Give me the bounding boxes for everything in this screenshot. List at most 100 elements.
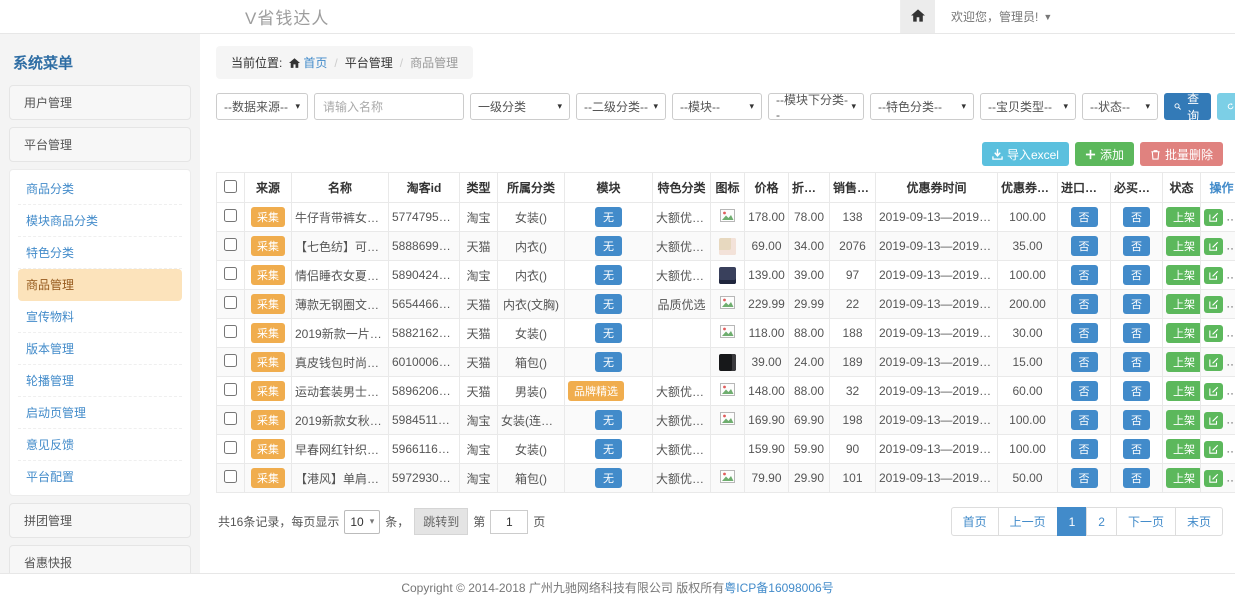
import-select-toggle[interactable]: 否 (1071, 265, 1098, 285)
page-button[interactable]: 上一页 (998, 507, 1058, 536)
status-button[interactable]: 上架 (1166, 410, 1201, 430)
module-badge[interactable]: 无 (595, 410, 622, 430)
must-buy-toggle[interactable]: 否 (1123, 265, 1150, 285)
sidebar-item-platform[interactable]: 平台管理 (9, 127, 191, 162)
filter-select[interactable]: --特色分类--▾ (870, 93, 974, 120)
row-checkbox[interactable] (224, 267, 237, 280)
edit-button[interactable] (1204, 238, 1223, 255)
row-checkbox[interactable] (224, 354, 237, 367)
module-badge[interactable]: 无 (595, 439, 622, 459)
module-badge[interactable]: 无 (595, 207, 622, 227)
status-button[interactable]: 上架 (1166, 294, 1201, 314)
status-button[interactable]: 上架 (1166, 207, 1201, 227)
edit-button[interactable] (1204, 267, 1223, 284)
must-buy-toggle[interactable]: 否 (1123, 381, 1150, 401)
import-select-toggle[interactable]: 否 (1071, 323, 1098, 343)
module-badge[interactable]: 无 (595, 236, 622, 256)
row-checkbox[interactable] (224, 238, 237, 251)
status-button[interactable]: 上架 (1166, 236, 1201, 256)
must-buy-toggle[interactable]: 否 (1123, 468, 1150, 488)
must-buy-toggle[interactable]: 否 (1123, 294, 1150, 314)
module-badge[interactable]: 品牌精选 (568, 381, 624, 401)
page-size-select[interactable]: 10 ▾ (344, 510, 380, 534)
edit-button[interactable] (1204, 325, 1223, 342)
row-checkbox[interactable] (224, 325, 237, 338)
add-button[interactable]: 添加 (1075, 142, 1134, 166)
row-checkbox[interactable] (224, 383, 237, 396)
import-select-toggle[interactable]: 否 (1071, 410, 1098, 430)
import-select-toggle[interactable]: 否 (1071, 381, 1098, 401)
submenu-item[interactable]: 意见反馈 (18, 429, 182, 461)
page-button[interactable]: 末页 (1175, 507, 1223, 536)
filter-select[interactable]: --状态--▾ (1082, 93, 1158, 120)
icp-link[interactable]: 粤ICP备16098006号 (724, 579, 833, 596)
status-button[interactable]: 上架 (1166, 352, 1201, 372)
edit-button[interactable] (1204, 412, 1223, 429)
row-checkbox[interactable] (224, 412, 237, 425)
submenu-item[interactable]: 商品分类 (18, 173, 182, 205)
filter-select[interactable]: --模块下分类--▾ (768, 93, 864, 120)
filter-select[interactable]: --数据来源--▾ (216, 93, 308, 120)
must-buy-toggle[interactable]: 否 (1123, 323, 1150, 343)
page-number-input[interactable] (490, 510, 528, 534)
edit-button[interactable] (1204, 470, 1223, 487)
row-checkbox[interactable] (224, 296, 237, 309)
select-all-checkbox[interactable] (224, 180, 237, 193)
edit-button[interactable] (1204, 441, 1223, 458)
module-badge[interactable]: 无 (595, 265, 622, 285)
submenu-item[interactable]: 轮播管理 (18, 365, 182, 397)
import-select-toggle[interactable]: 否 (1071, 352, 1098, 372)
import-select-toggle[interactable]: 否 (1071, 439, 1098, 459)
submenu-item[interactable]: 平台配置 (18, 461, 182, 492)
jump-button[interactable]: 跳转到 (414, 508, 468, 535)
must-buy-toggle[interactable]: 否 (1123, 207, 1150, 227)
submenu-item[interactable]: 版本管理 (18, 333, 182, 365)
submenu-item[interactable]: 商品管理 (18, 269, 182, 301)
filter-select[interactable]: --模块--▾ (672, 93, 762, 120)
page-button[interactable]: 2 (1086, 507, 1117, 536)
status-button[interactable]: 上架 (1166, 265, 1201, 285)
import-select-toggle[interactable]: 否 (1071, 294, 1098, 314)
sidebar-item[interactable]: 拼团管理 (9, 503, 191, 538)
filter-select[interactable]: 一级分类▾ (470, 93, 570, 120)
filter-select[interactable]: --宝贝类型--▾ (980, 93, 1076, 120)
edit-button[interactable] (1204, 296, 1223, 313)
batch-delete-button[interactable]: 批量删除 (1140, 142, 1223, 166)
edit-button[interactable] (1204, 209, 1223, 226)
breadcrumb-home-link[interactable]: 首页 (289, 54, 327, 71)
edit-button[interactable] (1204, 354, 1223, 371)
submenu-item[interactable]: 启动页管理 (18, 397, 182, 429)
status-button[interactable]: 上架 (1166, 323, 1201, 343)
status-button[interactable]: 上架 (1166, 381, 1201, 401)
page-button[interactable]: 下一页 (1116, 507, 1176, 536)
import-select-toggle[interactable]: 否 (1071, 468, 1098, 488)
must-buy-toggle[interactable]: 否 (1123, 439, 1150, 459)
breadcrumb-item-platform[interactable]: 平台管理 (345, 54, 393, 71)
reset-button[interactable]: 重置 (1217, 93, 1235, 120)
name-search-input[interactable] (314, 93, 464, 120)
status-button[interactable]: 上架 (1166, 468, 1201, 488)
page-button[interactable]: 首页 (951, 507, 999, 536)
filter-select[interactable]: --二级分类--▾ (576, 93, 666, 120)
must-buy-toggle[interactable]: 否 (1123, 236, 1150, 256)
row-checkbox[interactable] (224, 441, 237, 454)
import-select-toggle[interactable]: 否 (1071, 236, 1098, 256)
row-checkbox[interactable] (224, 470, 237, 483)
module-badge[interactable]: 无 (595, 323, 622, 343)
user-menu[interactable]: 欢迎您，管理员! ▼ (935, 0, 1235, 33)
row-checkbox[interactable] (224, 209, 237, 222)
page-button[interactable]: 1 (1057, 507, 1088, 536)
query-button[interactable]: 查询 (1164, 93, 1211, 120)
submenu-item[interactable]: 宣传物料 (18, 301, 182, 333)
module-badge[interactable]: 无 (595, 352, 622, 372)
must-buy-toggle[interactable]: 否 (1123, 352, 1150, 372)
module-badge[interactable]: 无 (595, 468, 622, 488)
submenu-item[interactable]: 模块商品分类 (18, 205, 182, 237)
status-button[interactable]: 上架 (1166, 439, 1201, 459)
submenu-item[interactable]: 特色分类 (18, 237, 182, 269)
module-badge[interactable]: 无 (595, 294, 622, 314)
home-button[interactable] (901, 0, 935, 33)
edit-button[interactable] (1204, 383, 1223, 400)
sidebar-item-users[interactable]: 用户管理 (9, 85, 191, 120)
must-buy-toggle[interactable]: 否 (1123, 410, 1150, 430)
